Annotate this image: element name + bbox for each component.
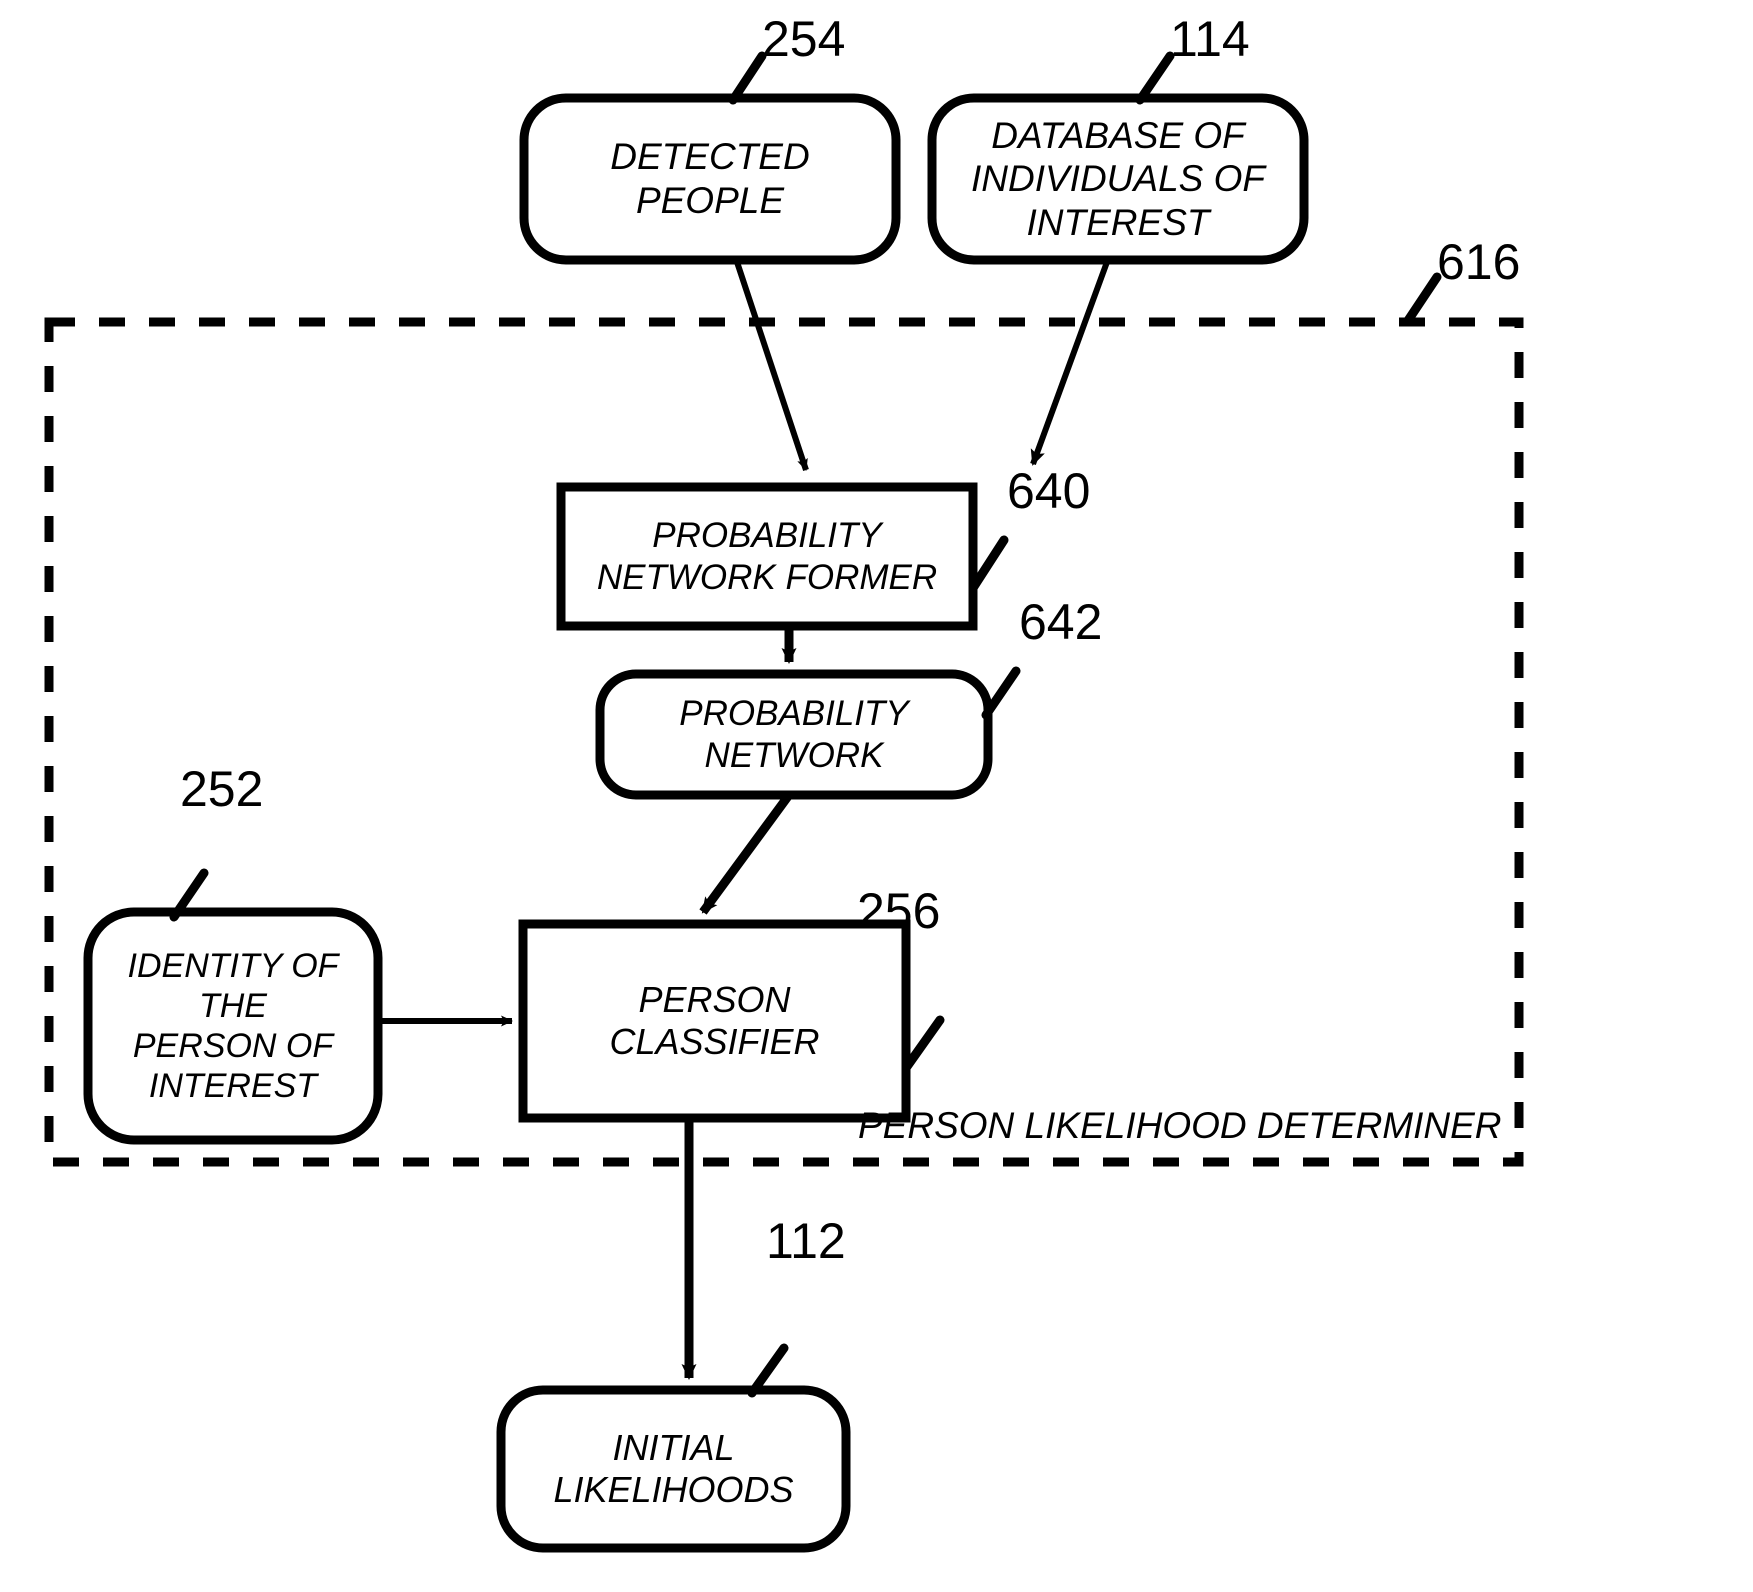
initial-likelihoods-box	[496, 1385, 851, 1553]
leader-114	[1135, 51, 1175, 105]
ref-number-256: 256	[857, 883, 941, 939]
leader-254	[728, 51, 767, 105]
detected-people-box	[519, 93, 901, 265]
ref-number-112: 112	[766, 1213, 846, 1269]
leader-256	[901, 1015, 945, 1073]
edge-database-to-former	[1030, 260, 1110, 466]
leader-616	[1402, 272, 1442, 327]
edge-network-to-classifier	[699, 792, 793, 915]
probability-network-former-box	[556, 482, 978, 631]
ref-number-252: 252	[180, 761, 264, 817]
ref-number-254: 254	[762, 11, 846, 67]
database-of-individuals-box	[927, 93, 1309, 265]
ref-number-616: 616	[1437, 234, 1521, 290]
person-classifier-box	[518, 919, 911, 1123]
leader-640	[968, 535, 1009, 593]
ref-number-114: 114	[1170, 11, 1250, 67]
identity-of-person-box	[83, 907, 383, 1145]
edge-detected-people-to-former	[734, 261, 809, 471]
ref-number-640: 640	[1007, 463, 1091, 519]
figure-canvas: DETECTED PEOPLE DATABASE OF INDIVIDUALS …	[0, 0, 1753, 1592]
probability-network-box	[595, 669, 993, 800]
person-likelihood-determiner-caption: PERSON LIKELIHOOD DETERMINER	[858, 1105, 1502, 1146]
leader-642	[981, 666, 1021, 720]
ref-number-642: 642	[1019, 594, 1103, 650]
